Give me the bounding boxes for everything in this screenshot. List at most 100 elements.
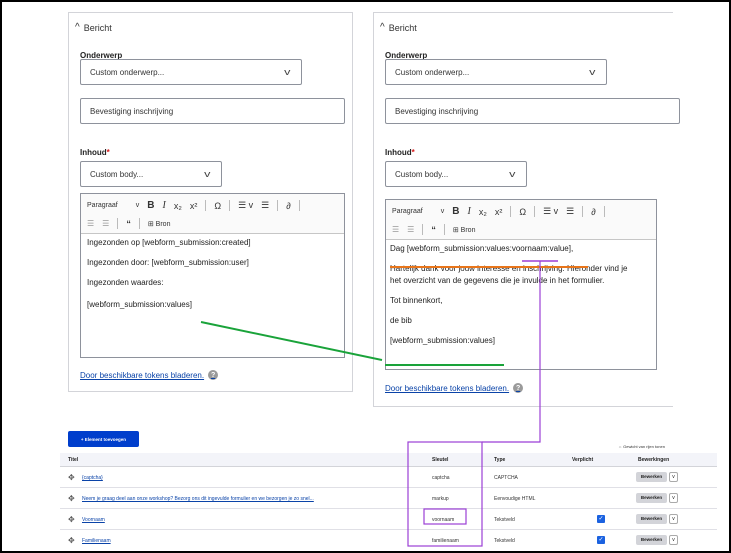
edit-button[interactable]: Bewerken — [636, 514, 667, 524]
superscript-icon[interactable]: x² — [190, 201, 198, 211]
table-row: ✥ {captcha} captcha CAPTCHA Bewerken v — [60, 467, 717, 488]
element-key: captcha — [432, 475, 450, 481]
format-dropdown[interactable]: Paragraaf v — [392, 208, 444, 215]
toolbar-divider — [298, 200, 300, 211]
chevron-down-icon[interactable]: v — [669, 472, 678, 482]
body-line: Ingezonden op [webform_submission:create… — [87, 238, 251, 247]
element-title-link[interactable]: Neem je graag deel aan onze workshop? Be… — [82, 496, 314, 502]
browse-tokens-link[interactable]: Door beschikbare tokens bladeren. ? — [385, 383, 524, 393]
drag-handle-icon[interactable]: ✥ — [68, 536, 75, 545]
source-button[interactable]: ⊞ Bron — [148, 220, 171, 228]
special-chars-icon[interactable]: Ω — [214, 201, 221, 211]
outdent-icon[interactable]: ☰ — [87, 219, 94, 228]
body-editor[interactable]: Paragraaf v B I x₂ x² Ω ☰ v ☰ ∂ ☰ ☰ “ ⊞ … — [385, 199, 657, 370]
body-label: Inhoud* — [80, 148, 110, 157]
chevron-down-icon[interactable]: v — [669, 514, 678, 524]
drag-handle-icon[interactable]: ✥ — [68, 515, 75, 524]
element-type: CAPTCHA — [494, 475, 518, 481]
bullet-list-icon[interactable]: ☰ — [261, 200, 269, 211]
editor-toolbar: Paragraaf v B I x₂ x² Ω ☰ v ☰ ∂ ☰ ☰ “ ⊞ … — [386, 200, 656, 240]
link-icon[interactable]: ∂ — [591, 207, 595, 217]
toolbar-divider — [229, 200, 231, 211]
link-icon[interactable]: ∂ — [286, 201, 290, 211]
body-line: Dag [webform_submission:values:voornaam:… — [390, 244, 574, 253]
show-row-weights-link[interactable]: ⇔ Gewicht van rijen tonen — [618, 444, 665, 449]
numbered-list-icon[interactable]: ☰ v — [543, 206, 558, 217]
chevron-down-icon: v — [508, 169, 515, 179]
indent-icon[interactable]: ☰ — [102, 219, 109, 228]
body-line: [webform_submission:values] — [87, 300, 192, 309]
outdent-icon[interactable]: ☰ — [392, 225, 399, 234]
body-line: Hartelijk dank voor jouw interesse en in… — [390, 264, 628, 273]
body-line: Ingezonden door: [webform_submission:use… — [87, 258, 249, 267]
right-summary-toggle[interactable]: ^ Bericht — [380, 22, 417, 33]
table-row: ✥ Familienaam familienaam Tekstveld ✓ Be… — [60, 530, 717, 551]
toolbar-divider — [138, 218, 140, 229]
element-title-link[interactable]: Voornaam — [82, 517, 105, 523]
summary-title: Bericht — [388, 22, 417, 33]
numbered-list-icon[interactable]: ☰ v — [238, 200, 253, 211]
source-icon: ⊞ — [452, 226, 459, 234]
column-header: Type — [494, 457, 506, 463]
subject-input[interactable]: Bevestiging inschrijving — [80, 98, 345, 124]
help-icon[interactable]: ? — [513, 383, 524, 393]
column-header: Titel — [68, 457, 79, 463]
bold-icon[interactable]: B — [452, 206, 459, 217]
special-chars-icon[interactable]: Ω — [519, 207, 526, 217]
source-button[interactable]: ⊞ Bron — [453, 226, 476, 234]
element-key: markup — [432, 496, 449, 502]
bullet-list-icon[interactable]: ☰ — [566, 206, 574, 217]
body-line: Ingezonden waardes: — [87, 278, 164, 287]
edit-button[interactable]: Bewerken — [636, 472, 667, 482]
toolbar-divider — [277, 200, 279, 211]
format-dropdown[interactable]: Paragraaf v — [87, 202, 139, 209]
subject-input[interactable]: Bevestiging inschrijving — [385, 98, 680, 124]
table-header: Titel Sleutel Type Verplicht Bewerkingen — [60, 453, 717, 467]
body-line: het overzicht van de gegevens die je inv… — [390, 276, 605, 285]
toolbar-divider — [117, 218, 119, 229]
element-title-link[interactable]: Familienaam — [82, 538, 111, 544]
edit-button[interactable]: Bewerken — [636, 493, 667, 503]
blockquote-icon[interactable]: “ — [126, 219, 131, 229]
body-label: Inhoud* — [385, 148, 415, 157]
browse-tokens-link[interactable]: Door beschikbare tokens bladeren. ? — [80, 370, 219, 380]
body-line: Tot binnenkort, — [390, 296, 443, 305]
editor-toolbar: Paragraaf v B I x₂ x² Ω ☰ v ☰ ∂ ☰ ☰ “ ⊞ … — [81, 194, 344, 234]
body-select[interactable]: Custom body... v — [80, 161, 222, 187]
source-icon: ⊞ — [147, 220, 154, 228]
summary-title: Bericht — [83, 22, 112, 33]
subject-select[interactable]: Custom onderwerp... v — [385, 59, 607, 85]
chevron-down-icon: v — [203, 169, 210, 179]
indent-icon[interactable]: ☰ — [407, 225, 414, 234]
italic-icon[interactable]: I — [467, 206, 470, 217]
body-editor[interactable]: Paragraaf v B I x₂ x² Ω ☰ v ☰ ∂ ☰ ☰ “ ⊞ … — [80, 193, 345, 358]
left-summary-toggle[interactable]: ^ Bericht — [75, 22, 112, 33]
subject-select[interactable]: Custom onderwerp... v — [80, 59, 302, 85]
chevron-down-icon: v — [283, 67, 290, 77]
chevron-down-icon[interactable]: v — [669, 493, 678, 503]
help-icon[interactable]: ? — [208, 370, 219, 380]
add-element-button[interactable]: + Element toevoegen — [68, 431, 139, 447]
superscript-icon[interactable]: x² — [495, 207, 503, 217]
drag-handle-icon[interactable]: ✥ — [68, 494, 75, 503]
element-title-link[interactable]: {captcha} — [82, 475, 103, 481]
chevron-up-icon: ^ — [380, 22, 385, 33]
subject-select-value: Custom onderwerp... — [395, 67, 470, 77]
edit-button[interactable]: Bewerken — [636, 535, 667, 545]
toolbar-divider — [510, 206, 512, 217]
required-checkbox[interactable]: ✓ — [597, 515, 605, 523]
drag-handle-icon[interactable]: ✥ — [68, 473, 75, 482]
chevron-down-icon[interactable]: v — [669, 535, 678, 545]
element-type: Tekstveld — [494, 538, 515, 544]
toolbar-divider — [205, 200, 207, 211]
bold-icon[interactable]: B — [147, 200, 154, 211]
blockquote-icon[interactable]: “ — [431, 225, 436, 235]
subscript-icon[interactable]: x₂ — [174, 201, 182, 211]
toolbar-divider — [443, 224, 445, 235]
subscript-icon[interactable]: x₂ — [479, 207, 487, 217]
required-checkbox[interactable]: ✓ — [597, 536, 605, 544]
body-select[interactable]: Custom body... v — [385, 161, 527, 187]
table-row: ✥ Voornaam voornaam Tekstveld ✓ Bewerken… — [60, 509, 717, 530]
italic-icon[interactable]: I — [162, 200, 165, 211]
element-key: familienaam — [432, 538, 459, 544]
